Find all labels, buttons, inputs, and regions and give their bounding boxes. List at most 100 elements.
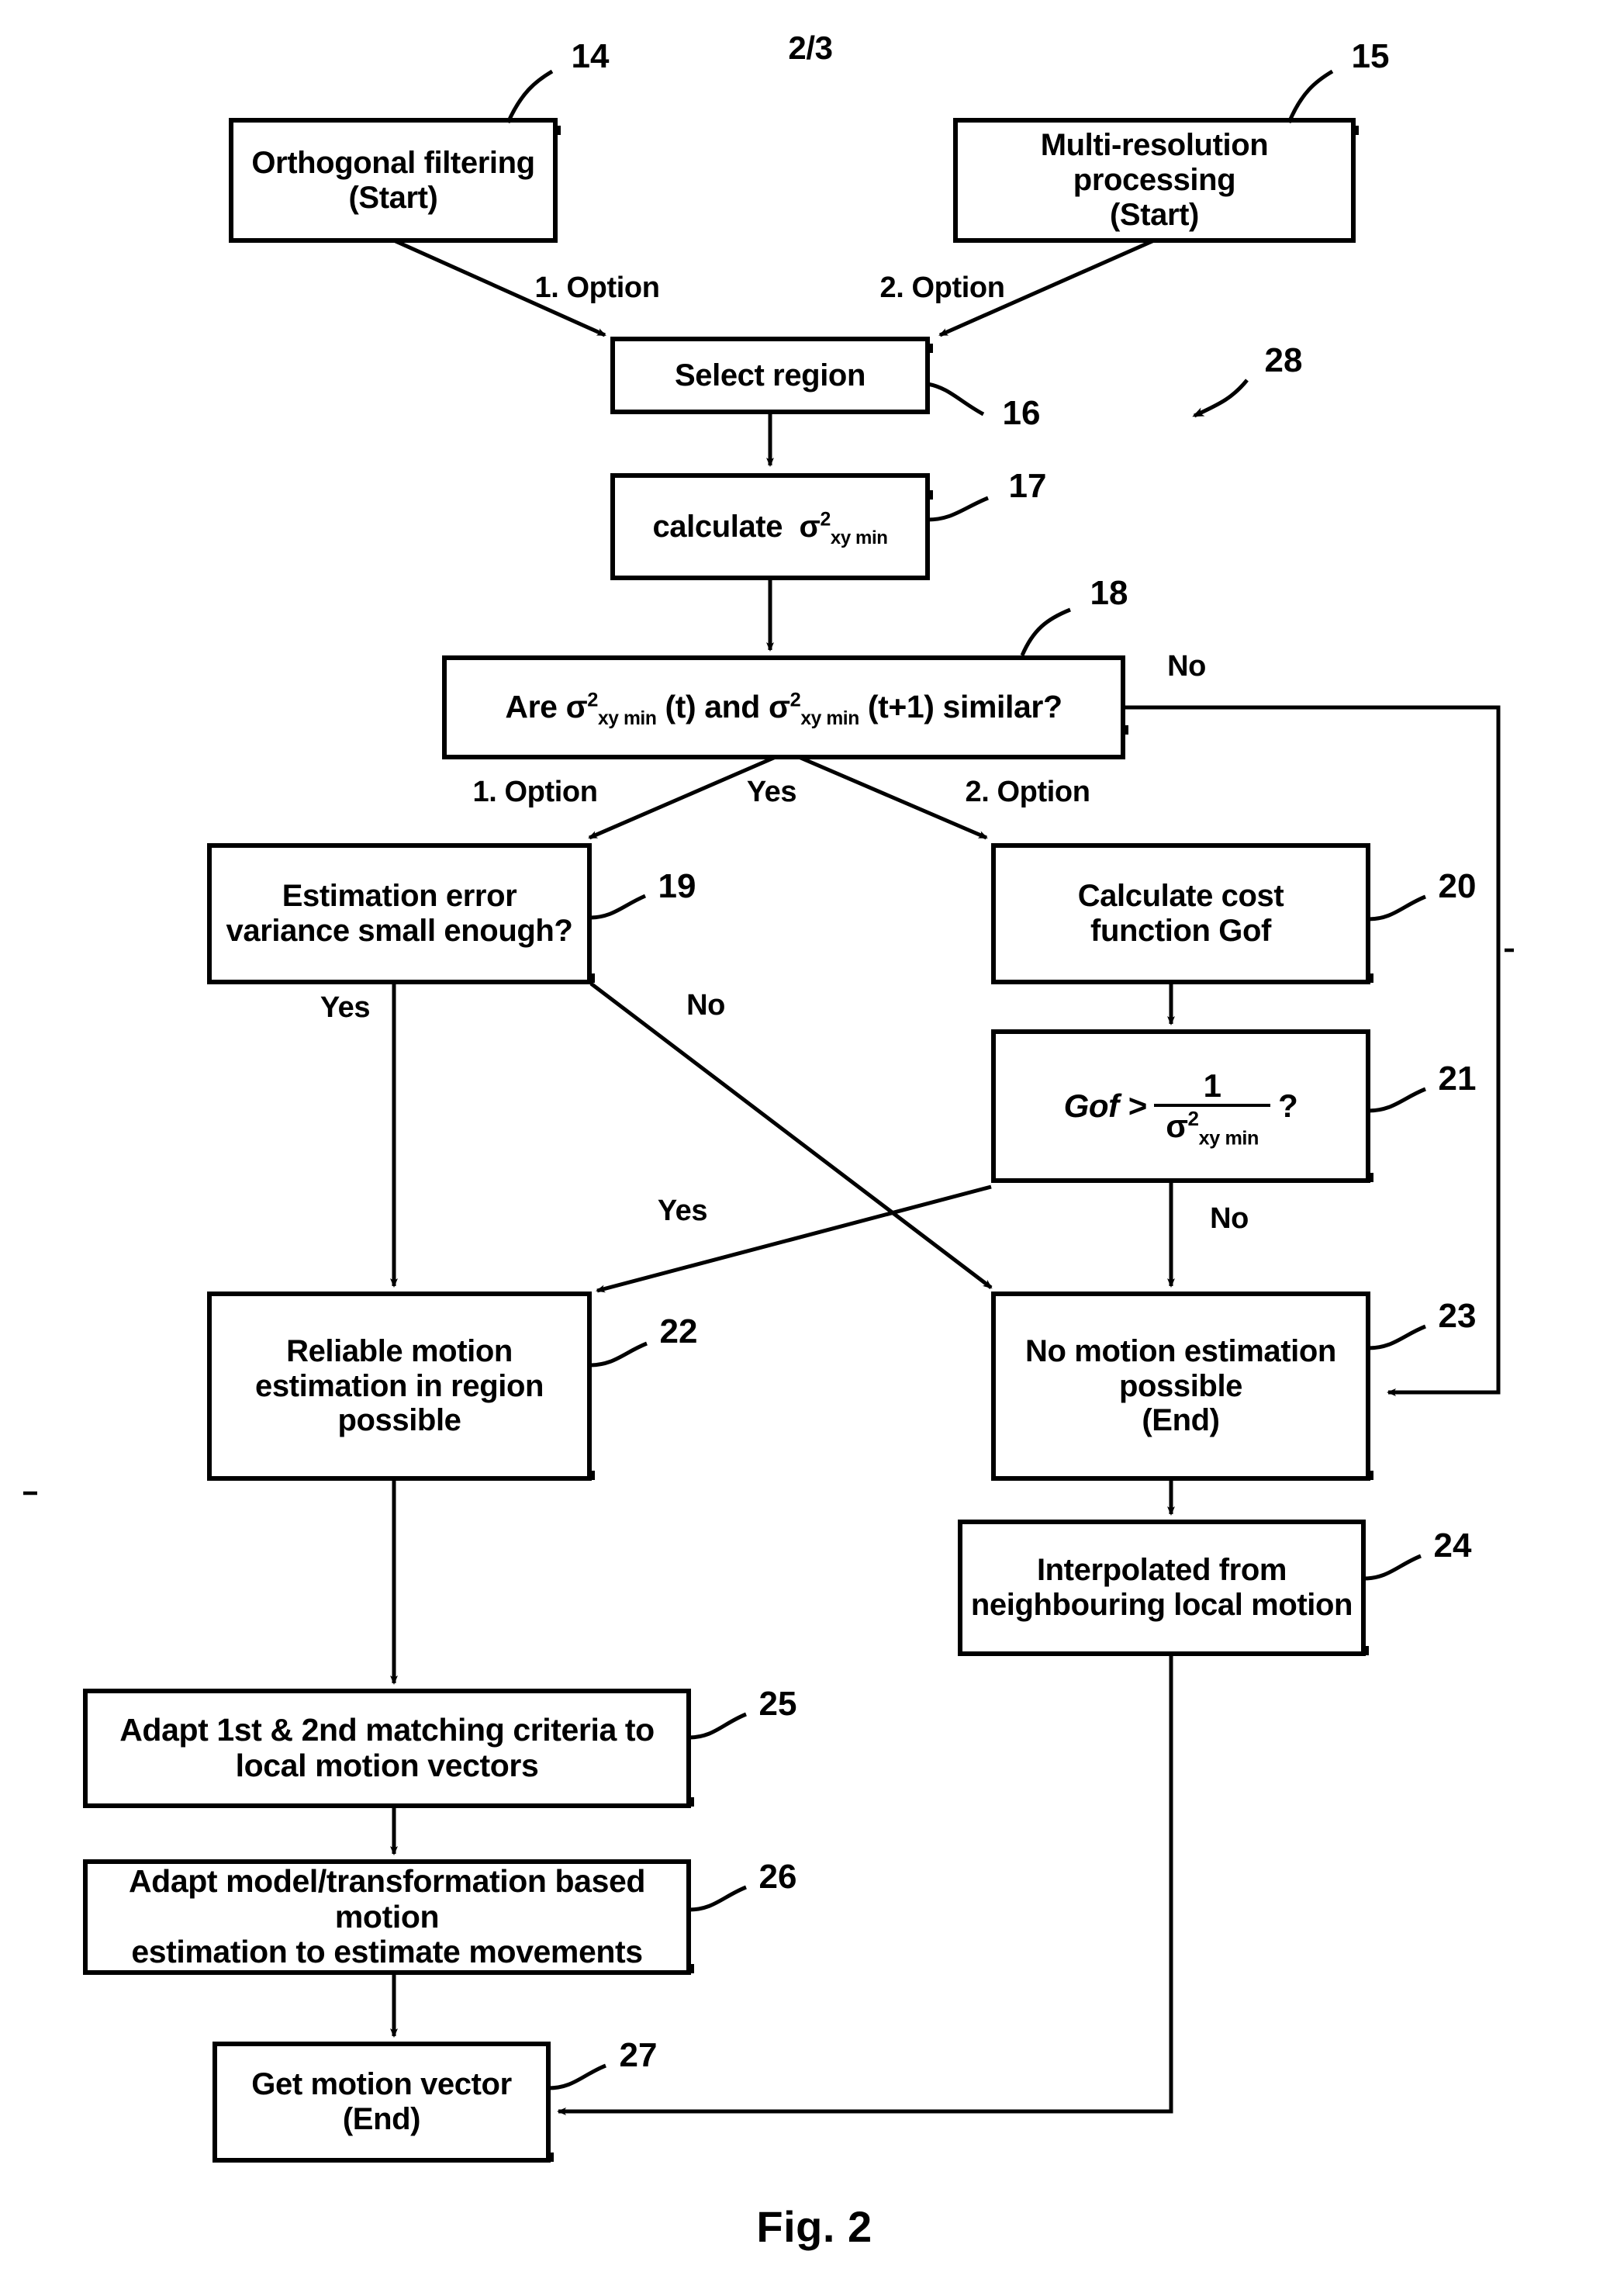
refnum-27: 27 <box>619 2036 658 2074</box>
gof-numerator: 1 <box>1203 1067 1221 1104</box>
refnum-22: 22 <box>659 1312 698 1350</box>
node-multi-resolution-label: Multi-resolution processing (Start) <box>955 120 1353 240</box>
similarity-sub-2: xy min <box>800 708 859 730</box>
leader-21 <box>1367 1087 1426 1113</box>
figure-caption: Fig. 2 <box>756 2202 872 2251</box>
gof-denominator: σ2xy min <box>1155 1107 1270 1148</box>
node-adapt-model-label: Adapt model/transformation based motion … <box>85 1862 689 1973</box>
multi-resolution-line2: (Start) <box>1110 197 1199 232</box>
no-motion-line3: (End) <box>1142 1403 1220 1438</box>
gof-threshold-lhs: Gof > <box>1063 1087 1147 1125</box>
calculate-sigma-sup: 2 <box>820 509 831 531</box>
leader-25 <box>688 1712 747 1740</box>
estimation-error-line2: variance small enough? <box>226 914 573 948</box>
refnum-20: 20 <box>1438 867 1477 905</box>
reliable-motion-line2: estimation in region <box>254 1368 544 1403</box>
gof-question-mark: ? <box>1278 1087 1298 1125</box>
similarity-sup-1: 2 <box>587 689 598 711</box>
node-orthogonal-filtering-label: Orthogonal filtering (Start) <box>231 120 555 240</box>
edge-label-option2-top: 2. Option <box>879 271 1005 304</box>
leader-15 <box>1287 69 1334 123</box>
node-adapt-matching-label: Adapt 1st & 2nd matching criteria to loc… <box>85 1691 689 1806</box>
adapt-model-line2: estimation to estimate movements <box>131 1934 643 1970</box>
leader-22 <box>589 1341 648 1368</box>
leader-24 <box>1363 1554 1422 1581</box>
node-estimation-error-label: Estimation error variance small enough? <box>209 845 589 982</box>
refnum-19: 19 <box>658 867 696 905</box>
leader-19 <box>589 894 646 920</box>
reliable-motion-line1: Reliable motion <box>286 1333 513 1368</box>
leader-28 <box>1192 379 1249 418</box>
refnum-25: 25 <box>758 1685 797 1723</box>
gof-threshold-fraction: 1 σ2xy min <box>1154 1067 1271 1148</box>
refnum-24: 24 <box>1433 1527 1472 1565</box>
estimation-error-line1: Estimation error <box>282 879 517 914</box>
node-calculate-cost-label: Calculate cost function Gof <box>993 845 1368 982</box>
gof-den-sub: xy min <box>1198 1127 1259 1150</box>
no-motion-line1: No motion estimation <box>1025 1333 1336 1368</box>
node-interpolated-label: Interpolated from neighbouring local mot… <box>960 1522 1363 1654</box>
get-motion-vector-line2: (End) <box>342 2102 421 2136</box>
refnum-26: 26 <box>758 1858 797 1896</box>
edge-estimation-no-to-no-motion <box>589 982 993 1289</box>
adapt-matching-line1: Adapt 1st & 2nd matching criteria to <box>119 1712 655 1748</box>
leader-17 <box>927 496 989 522</box>
edge-label-decision19-no: No <box>686 989 725 1022</box>
leader-14 <box>506 69 554 124</box>
patent-figure: 2/3 Orthogonal filtering (Start) 14 Mult… <box>0 0 1617 2296</box>
node-no-motion-label: No motion estimation possible (End) <box>993 1294 1368 1478</box>
node-reliable-motion-label: Reliable motion estimation in region pos… <box>209 1294 589 1478</box>
refnum-23: 23 <box>1438 1297 1477 1335</box>
refnum-14: 14 <box>571 37 610 75</box>
no-motion-line2: possible <box>1118 1368 1243 1403</box>
gof-den-symbol: σ <box>1166 1108 1188 1144</box>
interpolated-line2: neighbouring local motion <box>970 1588 1353 1622</box>
edge-label-decision21-no: No <box>1210 1202 1249 1235</box>
calculate-sigma-sub: xy min <box>830 527 888 548</box>
edge-label-option1-top: 1. Option <box>534 271 660 304</box>
similarity-symbol-1: σ <box>565 689 588 725</box>
edge-label-decision18-option1: 1. Option <box>472 776 598 808</box>
adapt-matching-line2: local motion vectors <box>235 1748 539 1783</box>
reliable-motion-line3: possible <box>337 1403 461 1438</box>
similarity-part2: and <box>704 689 760 725</box>
similarity-arg2: (t+1) similar? <box>867 689 1062 725</box>
refnum-18: 18 <box>1090 574 1128 612</box>
similarity-part1: Are <box>505 689 558 725</box>
node-similarity-decision-label: Are σ2xy min (t) and σ2xy min (t+1) simi… <box>444 658 1123 757</box>
edge-label-decision18-yes: Yes <box>746 776 797 808</box>
calculate-sigma-prefix: calculate <box>652 509 783 544</box>
adapt-model-line1: Adapt model/transformation based motion <box>128 1862 646 1935</box>
multi-resolution-line1: Multi-resolution processing <box>1040 128 1269 198</box>
edge-label-decision18-option2: 2. Option <box>965 776 1090 808</box>
leader-18 <box>1020 607 1071 656</box>
orthogonal-filtering-line1: Orthogonal filtering <box>251 145 535 180</box>
refnum-21: 21 <box>1438 1060 1477 1098</box>
leader-23 <box>1367 1324 1426 1350</box>
node-calculate-sigma-label: calculate σ2xy min <box>613 475 928 578</box>
leader-27 <box>548 2063 606 2090</box>
edge-label-decision21-yes: Yes <box>657 1195 708 1227</box>
similarity-symbol-2: σ <box>768 689 790 725</box>
calculate-cost-line2: function Gof <box>1090 914 1271 948</box>
get-motion-vector-line1: Get motion vector <box>251 2067 512 2102</box>
gof-den-sup: 2 <box>1187 1107 1199 1130</box>
node-select-region-label: Select region <box>675 358 866 392</box>
interpolated-line1: Interpolated from <box>1036 1553 1287 1588</box>
leader-20 <box>1367 894 1426 922</box>
edge-label-decision18-no: No <box>1167 650 1206 683</box>
node-get-motion-vector-label: Get motion vector (End) <box>215 2044 548 2160</box>
similarity-sub-1: xy min <box>597 708 657 730</box>
page-marker: 2/3 <box>788 29 833 66</box>
refnum-15: 15 <box>1351 37 1390 75</box>
similarity-arg1: (t) <box>665 689 696 725</box>
orthogonal-filtering-line2: (Start) <box>348 180 438 215</box>
node-gof-threshold-label: Gof > 1 σ2xy min ? <box>993 1032 1368 1181</box>
refnum-17: 17 <box>1008 467 1047 505</box>
leader-16 <box>927 382 985 417</box>
refnum-16: 16 <box>1002 394 1041 432</box>
refnum-28: 28 <box>1264 341 1303 379</box>
edge-label-decision19-yes: Yes <box>320 991 371 1024</box>
calculate-sigma-symbol: σ <box>799 509 821 544</box>
leader-26 <box>688 1885 747 1912</box>
